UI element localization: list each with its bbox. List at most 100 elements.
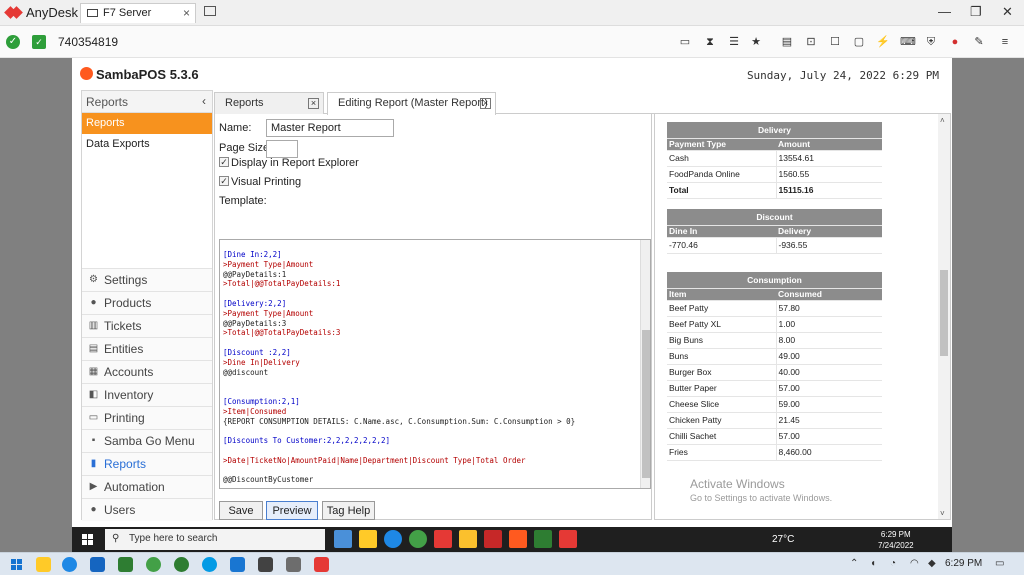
scroll-thumb[interactable] [642, 330, 650, 478]
edge-icon[interactable] [384, 530, 402, 548]
chrome-icon[interactable] [174, 557, 189, 572]
menu-icon[interactable]: ≡ [998, 35, 1012, 49]
restore-icon[interactable]: ❐ [970, 4, 982, 20]
tab-reports[interactable]: Reports × [214, 92, 324, 114]
visual-printing-checkbox[interactable]: ✓ [219, 176, 229, 186]
dropbox-icon[interactable]: ◆ [928, 558, 936, 569]
page-size-input[interactable] [266, 140, 298, 158]
task-view-icon[interactable] [334, 530, 352, 548]
minimize-icon[interactable]: — [938, 4, 951, 19]
module-accounts[interactable]: ▦ Accounts [82, 360, 212, 383]
chrome-icon[interactable] [409, 530, 427, 548]
excel-icon[interactable] [534, 530, 552, 548]
template-scrollbar[interactable] [640, 240, 650, 488]
permissions-icon[interactable]: ⛨ [924, 35, 938, 49]
close-window-icon[interactable]: ✕ [1002, 4, 1013, 20]
wifi-icon[interactable]: ◠ [910, 558, 919, 569]
tag-help-button[interactable]: Tag Help [322, 501, 375, 520]
module-reports[interactable]: ▮ Reports [82, 452, 212, 475]
display-icon[interactable]: ⊡ [804, 35, 818, 49]
template-line: @@PayDetails:3 [223, 318, 287, 328]
new-session-icon[interactable] [204, 6, 216, 16]
module-tickets[interactable]: ▥ Tickets [82, 314, 212, 337]
star-icon[interactable]: ★ [749, 35, 763, 49]
database-icon[interactable]: ☰ [727, 35, 741, 49]
volume-icon[interactable]: ◖ [870, 558, 876, 569]
close-tab-icon[interactable]: × [308, 98, 319, 109]
collapse-chevron-icon[interactable]: ‹ [202, 94, 206, 108]
scroll-up-icon[interactable]: ˄ [940, 116, 945, 125]
pen-icon[interactable]: ✎ [972, 35, 986, 49]
whatsapp-icon[interactable] [146, 557, 161, 572]
file-explorer-icon[interactable] [36, 557, 51, 572]
word-icon[interactable] [90, 557, 105, 572]
windows-start-icon[interactable] [11, 559, 23, 571]
weather-temperature[interactable]: 27°C [772, 534, 794, 545]
skype-icon[interactable] [202, 557, 217, 572]
module-users[interactable]: ● Users [82, 498, 212, 521]
module-printing[interactable]: ▭ Printing [82, 406, 212, 429]
remote-clock[interactable]: 6:29 PM 7/24/2022 [878, 529, 914, 551]
office-icon[interactable] [434, 530, 452, 548]
file-explorer-icon[interactable] [359, 530, 377, 548]
cell: 57.80 [775, 300, 882, 317]
nav-item-data-exports[interactable]: Data Exports [82, 134, 212, 155]
notion-icon[interactable] [258, 557, 273, 572]
preview-button[interactable]: Preview [266, 501, 318, 520]
address-field[interactable]: 740354819 [58, 35, 118, 49]
tray-chevron-icon[interactable]: ⌃ [850, 558, 858, 569]
template-line: ​ [223, 387, 575, 397]
close-tab-icon[interactable]: × [183, 6, 190, 20]
notification-icon[interactable]: ▭ [995, 558, 1004, 569]
hourglass-icon[interactable]: ⧗ [703, 35, 717, 49]
edge-icon[interactable] [62, 557, 77, 572]
tab-editing-report[interactable]: Editing Report (Master Report) × [327, 92, 496, 115]
table-row: Chicken Patty 21.45 [667, 412, 882, 429]
sambapos-taskbar-icon[interactable] [509, 530, 527, 548]
activate-windows-title: Activate Windows [690, 477, 785, 491]
file-icon[interactable]: ▤ [780, 35, 794, 49]
session-tab[interactable]: F7 Server × [80, 3, 196, 23]
actions-icon[interactable]: ☐ [828, 35, 842, 49]
screen-icon[interactable] [286, 557, 301, 572]
module-samba-go-menu[interactable]: ▪ Samba Go Menu [82, 429, 212, 452]
table-row: Big Buns 8.00 [667, 332, 882, 349]
app-icon[interactable] [484, 530, 502, 548]
record-icon[interactable]: ● [948, 35, 962, 49]
folder-icon[interactable] [459, 530, 477, 548]
module-automation[interactable]: ▶ Automation [82, 475, 212, 498]
anydesk-taskbar-icon[interactable] [559, 530, 577, 548]
message-icon[interactable]: ▢ [852, 35, 866, 49]
cell: 15115.16 [775, 182, 882, 199]
report-editor: Name: Master Report Page Size: ✓ Display… [214, 114, 652, 520]
lightning-icon[interactable]: ⚡ [876, 35, 890, 49]
remote-screen-icon[interactable]: ✓ [32, 35, 46, 49]
close-tab-icon[interactable]: × [480, 98, 491, 109]
keyboard-icon[interactable]: ⌨ [900, 35, 916, 49]
cell: 40.00 [775, 364, 882, 381]
template-line: [Discount :2,2] [223, 347, 291, 357]
column-header: Delivery [776, 225, 882, 238]
local-clock[interactable]: 6:29 PM [945, 558, 982, 569]
display-explorer-checkbox[interactable]: ✓ [219, 157, 229, 167]
save-button[interactable]: Save [219, 501, 263, 520]
scroll-down-icon[interactable]: ˅ [940, 509, 945, 518]
windows-start-icon[interactable] [82, 534, 93, 545]
module-inventory[interactable]: ◧ Inventory [82, 383, 212, 406]
module-products[interactable]: ● Products [82, 291, 212, 314]
report-name-input[interactable]: Master Report [266, 119, 394, 137]
module-entities[interactable]: ▤ Entities [82, 337, 212, 360]
network-icon[interactable]: ◔ [890, 558, 896, 569]
nav-item-reports[interactable]: Reports [82, 113, 212, 134]
user-icon: ● [90, 504, 97, 515]
excel-icon[interactable] [118, 557, 133, 572]
chat-icon[interactable]: ▭ [678, 35, 692, 49]
template-line: [Discounts To Customer:2,2,2,2,2,2,2] [223, 436, 391, 446]
module-settings[interactable]: ⚙ Settings [82, 268, 212, 291]
preview-scrollbar[interactable]: ˄ ˅ [938, 114, 950, 519]
template-textarea[interactable]: [Dine In:2,2] >Payment Type|Amount @@PayDe… [219, 239, 651, 489]
mail-icon[interactable] [230, 557, 245, 572]
scroll-thumb[interactable] [940, 270, 948, 356]
anydesk-taskbar-icon[interactable] [314, 557, 329, 572]
taskbar-search-box[interactable]: ⚲ Type here to search [105, 529, 325, 550]
